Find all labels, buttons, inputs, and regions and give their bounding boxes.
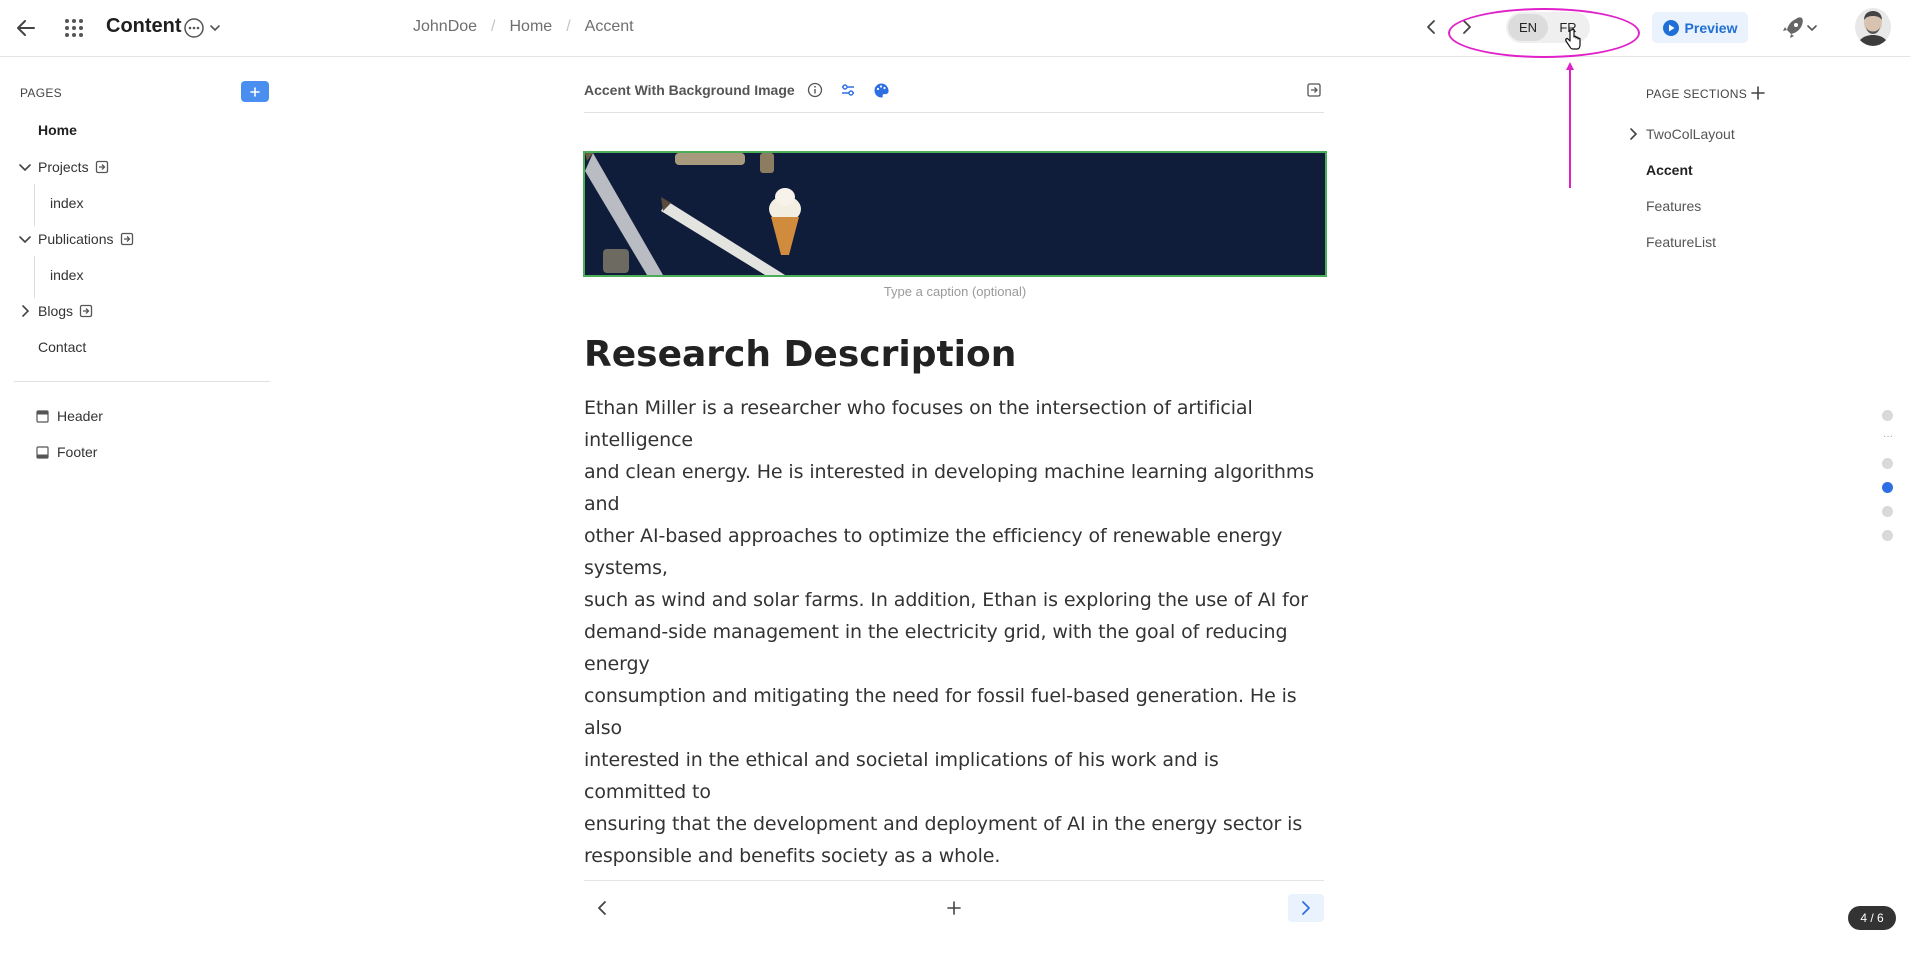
- sidebar-item-label: index: [50, 195, 84, 211]
- sidebar-item-publications-index[interactable]: index: [50, 267, 83, 283]
- annotation-arrow: [1565, 60, 1575, 190]
- footer-layout-icon: [36, 445, 49, 459]
- body-line: other AI-based approaches to optimize th…: [584, 525, 1283, 579]
- sidebar-item-blogs[interactable]: Blogs: [18, 303, 93, 319]
- chevron-left-icon: [598, 901, 606, 915]
- sidebar-item-label: Blogs: [38, 303, 74, 319]
- add-section-button[interactable]: [942, 896, 966, 920]
- body-line: and clean energy. He is interested in de…: [584, 461, 1315, 515]
- sidebar-item-label: Contact: [38, 339, 87, 355]
- settings-sliders-icon[interactable]: [838, 80, 858, 100]
- publish-rocket-button[interactable]: [1776, 14, 1820, 42]
- page-counter: 4 / 6: [1848, 906, 1896, 930]
- previous-section-button[interactable]: [590, 896, 614, 920]
- rocket-icon: [1783, 17, 1817, 38]
- section-title: Accent With Background Image: [584, 82, 795, 98]
- app-title: Content: [106, 15, 182, 37]
- section-item-features[interactable]: Features: [1646, 198, 1701, 214]
- annotation-ellipse: [1448, 8, 1640, 58]
- back-arrow-icon[interactable]: [12, 14, 40, 42]
- section-item-twocollayout[interactable]: TwoColLayout: [1646, 126, 1735, 142]
- caption-input[interactable]: Type a caption (optional): [583, 284, 1327, 299]
- sidebar-item-publications[interactable]: Publications: [18, 231, 134, 247]
- body-line: demand-side management in the electricit…: [584, 621, 1288, 675]
- breadcrumb-separator: /: [566, 18, 571, 35]
- tree-line: [34, 184, 35, 226]
- next-section-button[interactable]: [1288, 894, 1324, 922]
- section-dot[interactable]: [1882, 530, 1893, 541]
- apps-grid-icon[interactable]: [60, 14, 88, 42]
- add-section-icon[interactable]: [1748, 83, 1768, 103]
- sidebar-item-label: Footer: [57, 444, 98, 460]
- exit-section-icon[interactable]: [1304, 80, 1324, 100]
- dots-ellipsis-icon: ···: [1883, 431, 1893, 442]
- section-dot[interactable]: [1882, 410, 1893, 421]
- chevron-right-icon[interactable]: [18, 304, 32, 318]
- sidebar-item-footer[interactable]: Footer: [36, 444, 97, 460]
- palette-icon[interactable]: [871, 80, 891, 100]
- bottom-nav-divider: [584, 880, 1324, 881]
- chevron-down-icon[interactable]: [18, 160, 32, 174]
- page-sections-label: PAGE SECTIONS: [1646, 87, 1748, 101]
- preview-label: Preview: [1684, 19, 1738, 36]
- sidebar-item-projects-index[interactable]: index: [50, 195, 83, 211]
- breadcrumb-separator: /: [491, 18, 496, 35]
- section-dot[interactable]: [1882, 506, 1893, 517]
- plus-icon: [250, 86, 260, 97]
- body-paragraph[interactable]: Ethan Miller is a researcher who focuses…: [584, 392, 1324, 872]
- body-line: Ethan Miller is a researcher who focuses…: [584, 397, 1253, 451]
- avatar[interactable]: [1855, 8, 1891, 46]
- chevron-right-icon: [1302, 901, 1310, 915]
- sidebar-item-header[interactable]: Header: [36, 408, 103, 424]
- sidebar-item-home[interactable]: Home: [38, 122, 77, 138]
- body-line: interested in the ethical and societal i…: [584, 749, 1219, 803]
- previous-arrow-icon[interactable]: [1420, 16, 1442, 38]
- section-dot-active[interactable]: [1882, 482, 1893, 493]
- breadcrumb-item[interactable]: JohnDoe: [413, 18, 477, 36]
- info-icon[interactable]: [805, 80, 825, 100]
- section-item-featurelist[interactable]: FeatureList: [1646, 234, 1716, 250]
- body-line: ensuring that the development and deploy…: [584, 813, 1303, 835]
- enter-page-icon[interactable]: [79, 304, 93, 318]
- sidebar-item-label: Header: [57, 408, 103, 424]
- breadcrumb-item[interactable]: Accent: [585, 18, 634, 36]
- pages-label: PAGES: [20, 86, 62, 100]
- enter-page-icon[interactable]: [120, 232, 134, 246]
- section-heading[interactable]: Research Description: [584, 334, 1016, 375]
- chevron-down-icon[interactable]: [18, 232, 32, 246]
- preview-button[interactable]: Preview: [1652, 12, 1748, 43]
- accent-background-image[interactable]: [583, 151, 1327, 277]
- chevron-right-icon[interactable]: [1626, 126, 1642, 142]
- sidebar-item-contact[interactable]: Contact: [38, 339, 86, 355]
- sidebar-item-label: index: [50, 267, 84, 283]
- body-line: responsible and benefits society as a wh…: [584, 845, 1001, 867]
- top-bar: Content JohnDoe / Home / Accent EN FR Pr…: [0, 0, 1910, 58]
- sidebar-item-label: Home: [38, 122, 77, 138]
- tree-line: [34, 256, 35, 298]
- more-options-button[interactable]: [182, 15, 226, 41]
- breadcrumb: JohnDoe / Home / Accent: [413, 18, 634, 36]
- plus-icon: [947, 901, 961, 915]
- body-line: such as wind and solar farms. In additio…: [584, 589, 1308, 611]
- section-item-accent[interactable]: Accent: [1646, 162, 1693, 178]
- enter-page-icon[interactable]: [95, 160, 109, 174]
- section-dot[interactable]: [1882, 458, 1893, 469]
- header-layout-icon: [36, 409, 49, 423]
- sidebar-item-label: Publications: [38, 231, 114, 247]
- play-icon: [1662, 19, 1679, 36]
- breadcrumb-item[interactable]: Home: [510, 18, 553, 36]
- add-page-button[interactable]: [241, 81, 269, 102]
- sidebar-item-projects[interactable]: Projects: [18, 159, 109, 175]
- editor-header-divider: [584, 112, 1324, 113]
- sidebar-divider: [14, 381, 270, 382]
- body-line: consumption and mitigating the need for …: [584, 685, 1297, 739]
- sidebar-item-label: Projects: [38, 159, 89, 175]
